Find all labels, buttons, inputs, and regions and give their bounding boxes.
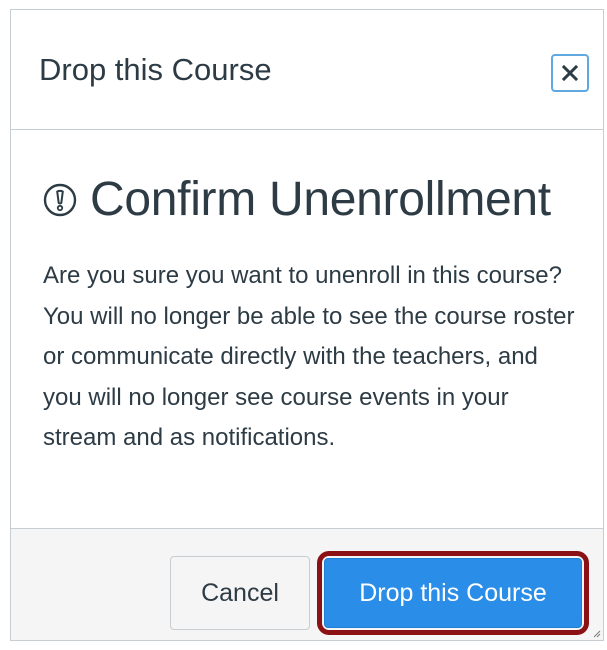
confirm-heading: Confirm Unenrollment [90, 173, 551, 226]
screen: Drop this Course Confirm Unenrollment Ar… [0, 0, 607, 650]
resize-handle-icon[interactable] [591, 628, 601, 638]
heading-row: Confirm Unenrollment [42, 170, 551, 230]
dialog-header: Drop this Course [11, 10, 603, 130]
dialog-footer: Cancel Drop this Course [11, 528, 603, 640]
dialog-body: Confirm Unenrollment Are you sure you wa… [11, 130, 603, 528]
close-icon [562, 65, 578, 81]
drop-course-button[interactable]: Drop this Course [324, 558, 582, 628]
close-button[interactable] [551, 54, 589, 92]
drop-course-dialog: Drop this Course Confirm Unenrollment Ar… [10, 9, 604, 641]
cancel-button[interactable]: Cancel [170, 556, 310, 630]
dialog-title: Drop this Course [39, 52, 272, 87]
warning-circle-icon [43, 183, 77, 217]
unenroll-message: Are you sure you want to unenroll in thi… [43, 262, 575, 451]
